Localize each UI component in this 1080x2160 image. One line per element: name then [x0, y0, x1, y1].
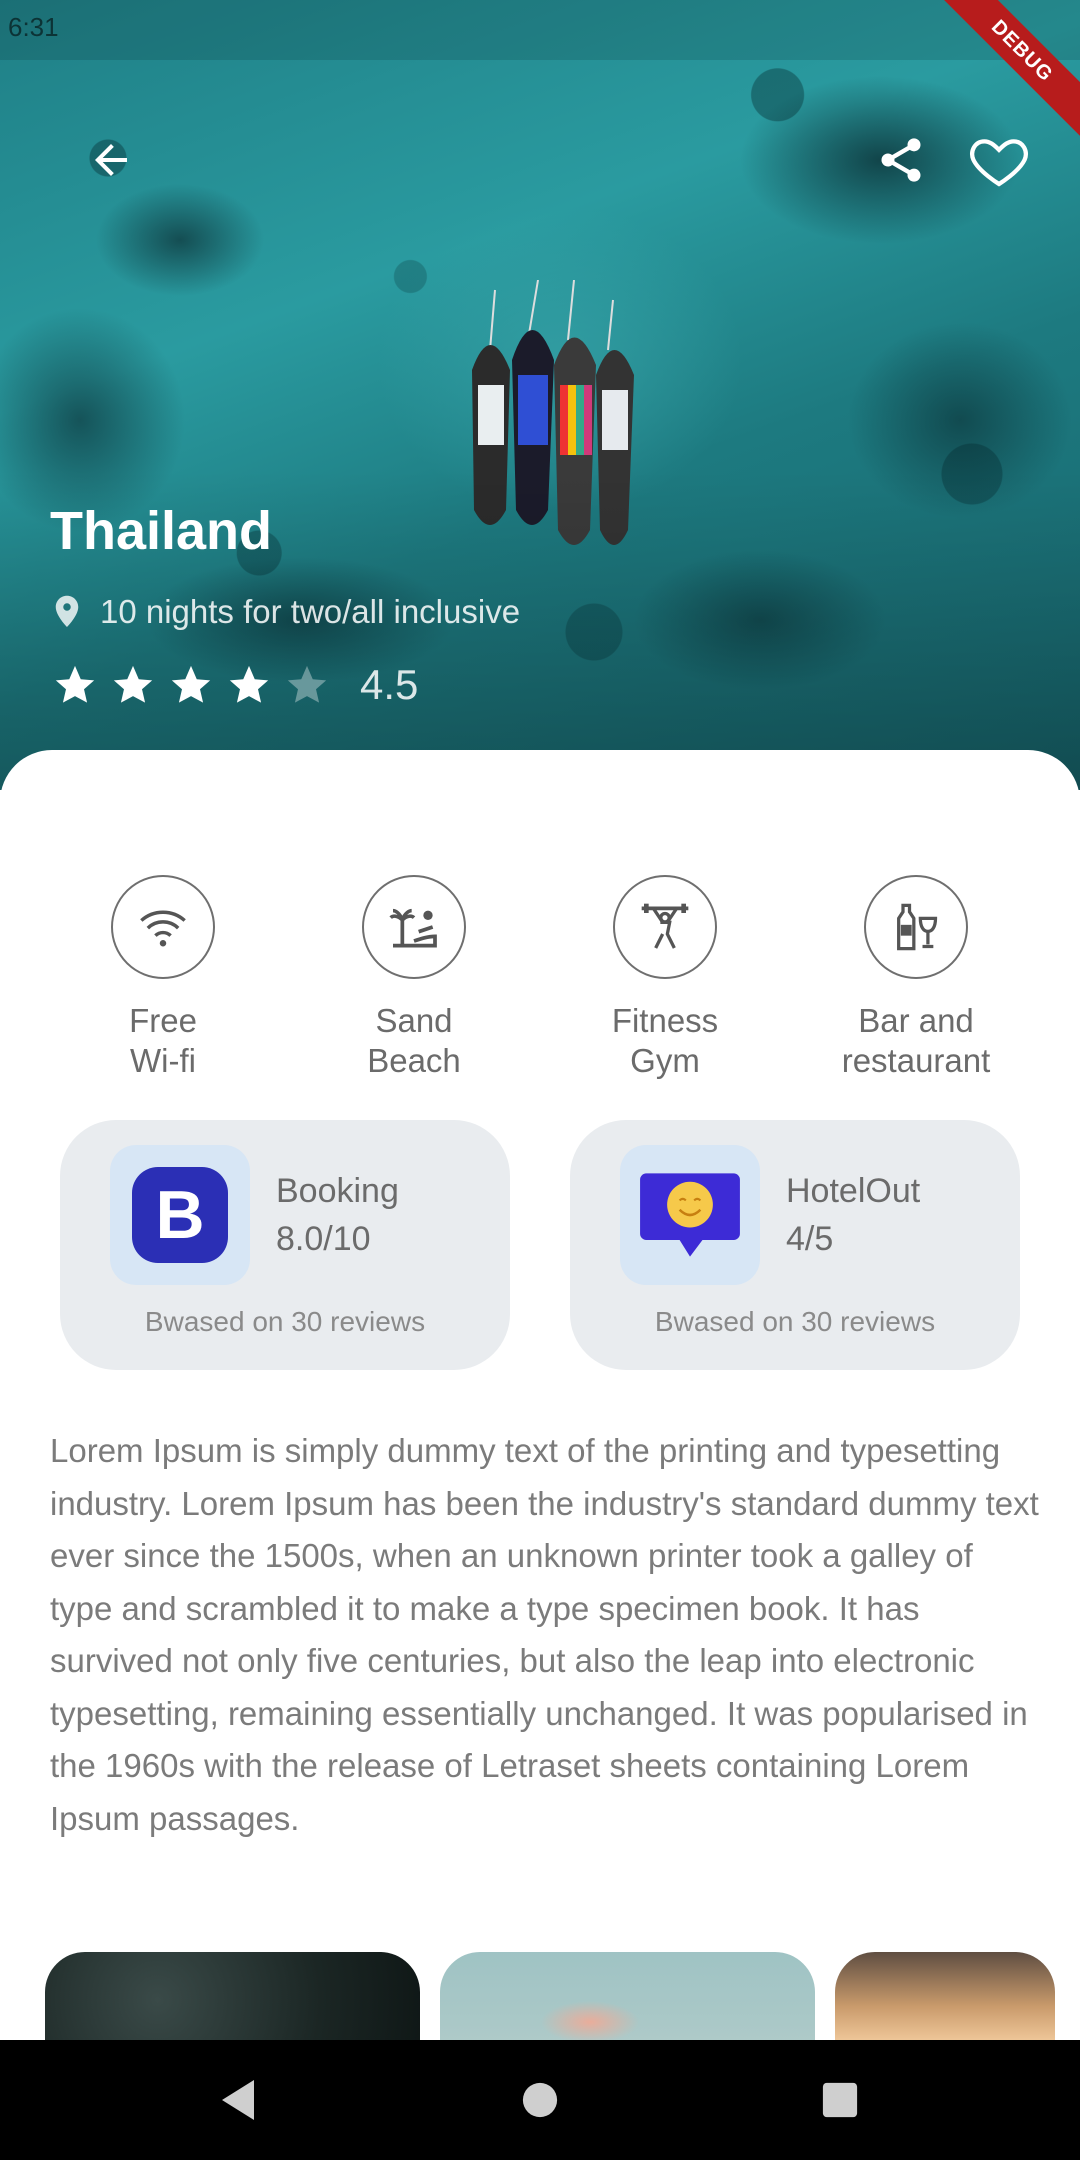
review-score: 4/5	[786, 1220, 834, 1258]
star-icon	[171, 665, 211, 703]
star-icon	[113, 665, 153, 703]
bar-icon	[897, 903, 938, 951]
amenity-label: Free Wi-fi	[129, 1002, 197, 1079]
destination-subtitle: 10 nights for two/all inclusive	[52, 592, 520, 632]
location-pin-icon	[55, 595, 79, 627]
amenity-label: Fitness Gym	[611, 1002, 719, 1079]
review-score: 8.0/10	[276, 1220, 371, 1258]
system-nav-bar	[0, 2040, 1080, 2160]
gallery-photo[interactable]	[440, 1952, 815, 2040]
amenity-wifi[interactable]: Free Wi-fi	[38, 875, 288, 1081]
photo-gallery[interactable]	[0, 1952, 1080, 2040]
review-card-booking[interactable]: B Booking 8.0/10 Bwased on 30 reviews	[60, 1120, 510, 1370]
nav-home-button[interactable]	[480, 2040, 600, 2160]
nav-recent-button[interactable]	[780, 2040, 900, 2160]
nav-recent-icon	[822, 2082, 858, 2118]
amenity-label: Sand Beach	[367, 1002, 461, 1079]
nav-back-button[interactable]	[178, 2040, 298, 2160]
description-text: Lorem Ipsum is simply dummy text of the …	[50, 1432, 1039, 1837]
status-bar	[0, 0, 1080, 60]
amenity-beach[interactable]: Sand Beach	[289, 875, 539, 1081]
beach-icon	[389, 908, 437, 948]
gallery-photo[interactable]	[835, 1952, 1055, 2040]
nav-back-icon	[222, 2080, 254, 2120]
fitness-icon	[641, 903, 689, 949]
arrow-back-icon	[95, 144, 127, 176]
amenity-circle	[362, 875, 466, 979]
amenity-circle	[864, 875, 968, 979]
star-icon	[229, 665, 269, 703]
back-button[interactable]	[76, 125, 146, 195]
booking-logo: B	[110, 1145, 250, 1285]
booking-logo-icon: B	[132, 1167, 228, 1263]
svg-text:B: B	[155, 1177, 204, 1253]
share-button[interactable]	[866, 125, 936, 195]
amenity-circle	[111, 875, 215, 979]
review-card-hotelout[interactable]: HotelOut 4/5 Bwased on 30 reviews	[570, 1120, 1020, 1370]
destination-title: Thailand	[50, 501, 273, 561]
amenity-bar[interactable]: Bar and restaurant	[791, 875, 1041, 1081]
amenity-gym[interactable]: Fitness Gym	[540, 875, 790, 1081]
star-icon	[55, 665, 95, 703]
rating-row: 4.5	[52, 657, 418, 713]
hotelout-logo-icon	[640, 1173, 740, 1257]
star-icon-faded	[287, 665, 327, 703]
amenities-row: Free Wi-fi Sand Beach Fitness Gym Bar an…	[0, 875, 1080, 1095]
favorite-button[interactable]	[964, 125, 1034, 195]
nav-home-icon	[522, 2082, 558, 2118]
subtitle-text: 10 nights for two/all inclusive	[100, 593, 521, 630]
review-source-name: Booking	[276, 1172, 399, 1210]
review-source-name: HotelOut	[786, 1172, 921, 1210]
amenity-circle	[613, 875, 717, 979]
gallery-photo[interactable]	[45, 1952, 420, 2040]
heart-outline-icon	[970, 139, 1028, 187]
status-time: 6:31	[8, 12, 59, 42]
review-count-note: Bwased on 30 reviews	[654, 1306, 936, 1337]
amenity-label: Bar and restaurant	[841, 1002, 991, 1079]
rating-value: 4.5	[360, 661, 419, 708]
review-count-note: Bwased on 30 reviews	[144, 1306, 426, 1337]
wifi-icon	[140, 910, 186, 947]
share-icon	[881, 138, 921, 182]
hotelout-logo	[620, 1145, 760, 1285]
